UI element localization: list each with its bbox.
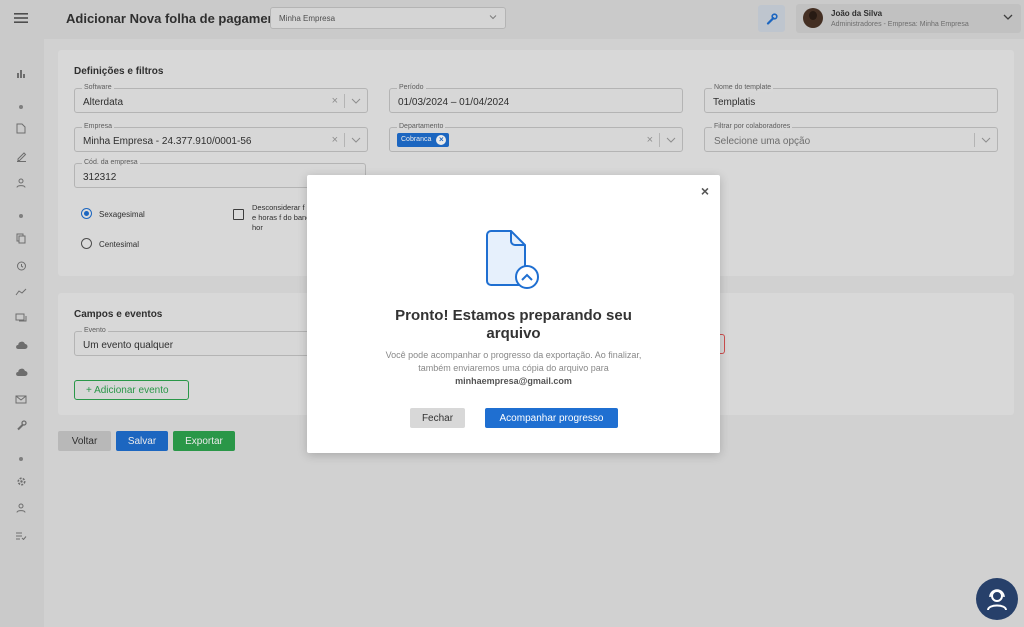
- close-icon[interactable]: ×: [701, 183, 709, 199]
- modal-email: minhaempresa@gmail.com: [455, 376, 572, 386]
- support-agent-icon: [987, 589, 1007, 611]
- export-modal: × Pronto! Estamos preparando seu arquivo…: [307, 175, 720, 453]
- fechar-button[interactable]: Fechar: [410, 408, 465, 428]
- modal-text: Você pode acompanhar o progresso da expo…: [377, 349, 650, 388]
- modal-title: Pronto! Estamos preparando seu arquivo: [395, 307, 632, 342]
- acompanhar-progresso-button[interactable]: Acompanhar progresso: [485, 408, 618, 428]
- modal-text-body: Você pode acompanhar o progresso da expo…: [385, 350, 642, 373]
- file-export-icon: [486, 230, 539, 289]
- support-button[interactable]: [976, 578, 1018, 620]
